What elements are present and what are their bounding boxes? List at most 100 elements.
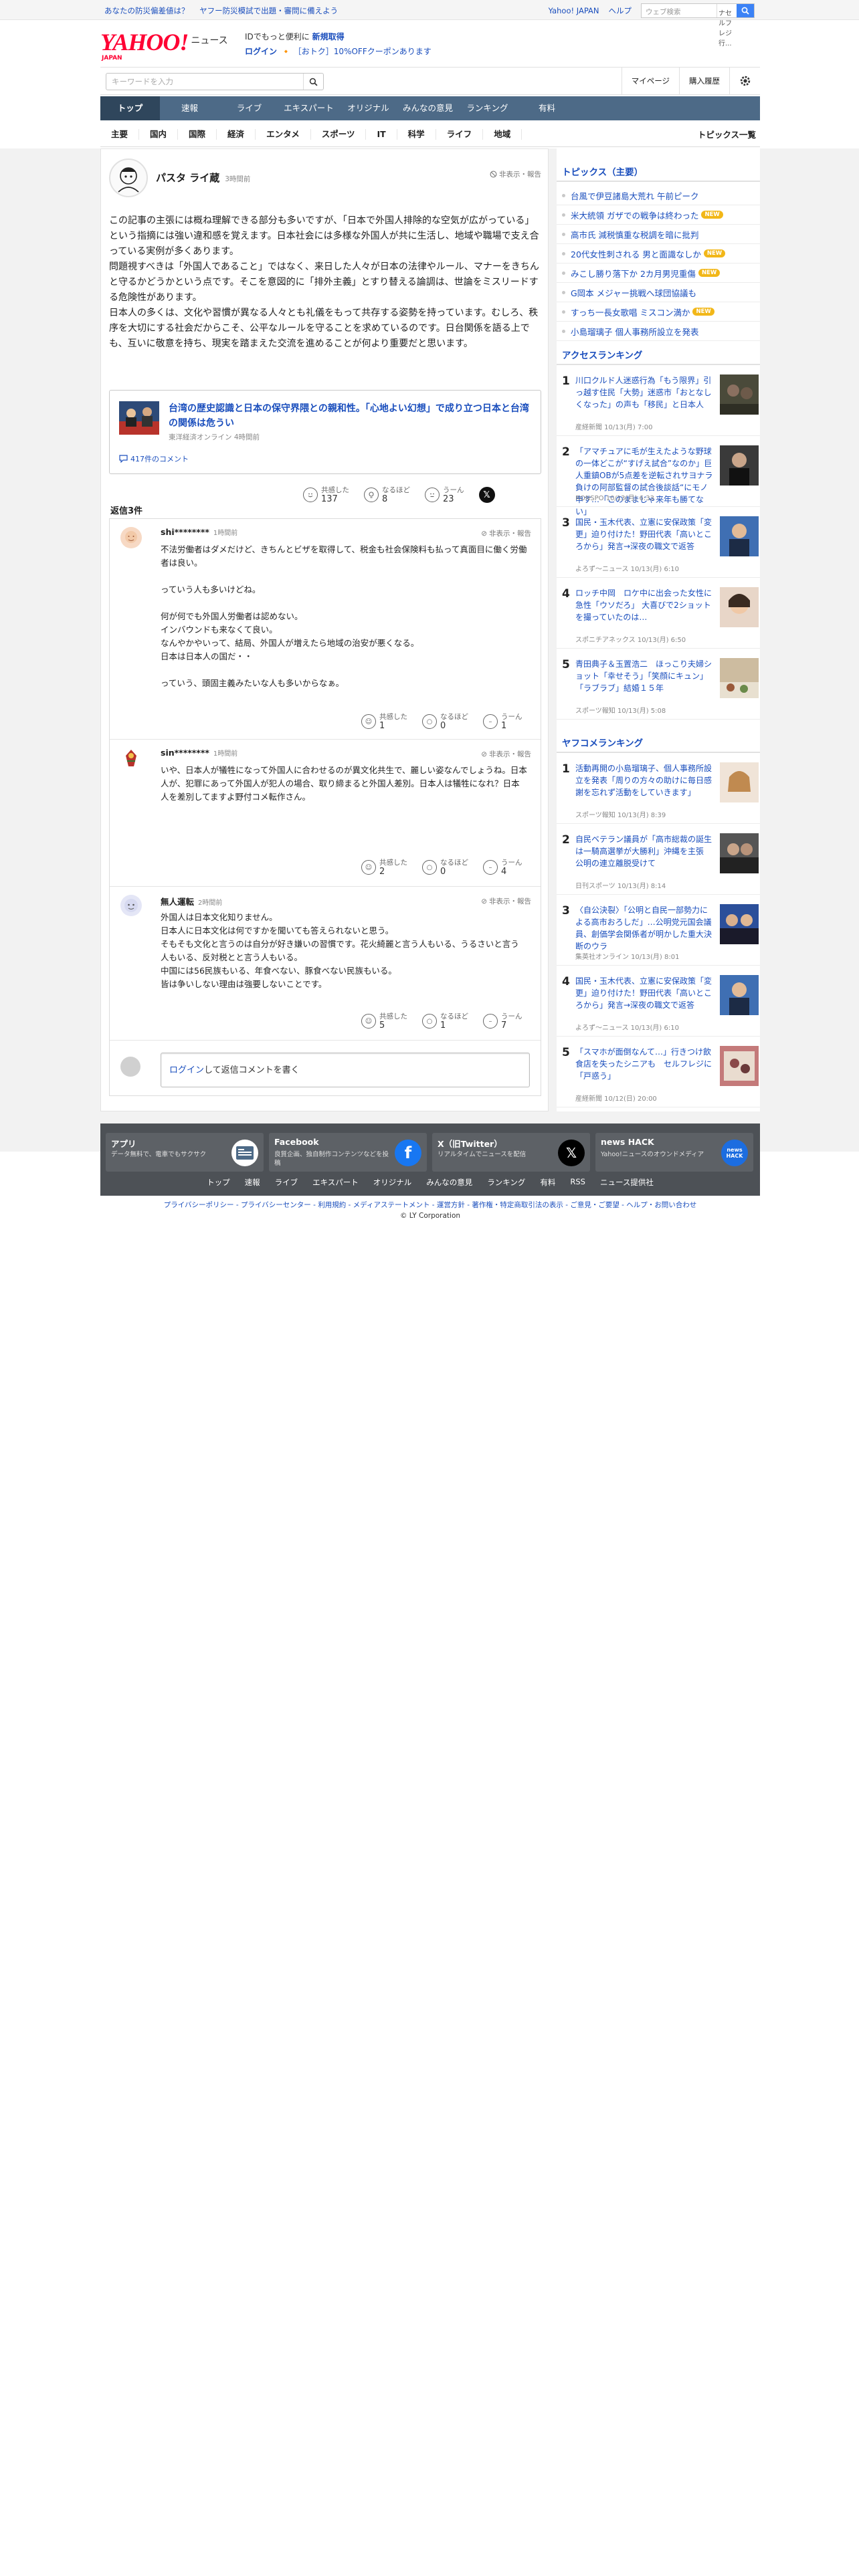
- web-search-button[interactable]: [737, 4, 754, 17]
- coupon-link[interactable]: ［おトク］10%OFFクーポンあります: [294, 47, 432, 56]
- disaster-exam-link[interactable]: ヤフー防災模試で出題・審問に備えよう: [199, 6, 338, 15]
- footer-link[interactable]: 有料: [540, 1177, 555, 1188]
- topic-item[interactable]: 台風で伊豆諸島大荒れ 午前ピーク: [557, 186, 760, 205]
- nav-ranking[interactable]: ランキング: [458, 96, 517, 120]
- ranking-item[interactable]: 2 自民ベテラン議員が「高市総裁の誕生は一騎高選挙が大勝利」沖縄を主張 公明の連…: [557, 824, 760, 895]
- nav-paid[interactable]: 有料: [517, 96, 577, 120]
- web-search-box[interactable]: ウェブ検索 ナセルフレジ 行...: [641, 3, 755, 47]
- yahoo-japan-link[interactable]: Yahoo! JAPAN: [549, 6, 599, 15]
- purchase-history-link[interactable]: 購入履歴: [679, 68, 729, 94]
- topic-item[interactable]: 20代女性刺される 男と面識なしか NEW: [557, 244, 760, 263]
- footer-link[interactable]: 速報: [245, 1177, 260, 1188]
- react-hmm[interactable]: – うーん 7: [483, 1012, 522, 1030]
- keyword-search-button[interactable]: [303, 74, 323, 90]
- settings-button[interactable]: [729, 68, 760, 94]
- footer-link[interactable]: オリジナル: [373, 1177, 412, 1188]
- cat-it[interactable]: IT: [366, 128, 397, 140]
- footer-link[interactable]: みんなの意見: [426, 1177, 472, 1188]
- nav-original[interactable]: オリジナル: [339, 96, 398, 120]
- login-link[interactable]: ログイン: [245, 47, 277, 56]
- keyword-input[interactable]: キーワードを入力: [106, 76, 303, 87]
- topic-item[interactable]: みこし勝り落下か 2カ月男児重傷 NEW: [557, 263, 760, 283]
- react-agree[interactable]: ☺ 共感した 2: [361, 859, 407, 876]
- topic-item[interactable]: 米大統領 ガザでの戦争は終わった NEW: [557, 205, 760, 225]
- react-agree[interactable]: ☺ 共感した 5: [361, 1012, 407, 1030]
- cat-main[interactable]: 主要: [100, 128, 140, 140]
- access-ranking-title[interactable]: アクセスランキング: [562, 348, 642, 361]
- x-share-button[interactable]: 𝕏: [478, 487, 495, 503]
- footer-link[interactable]: エキスパート: [312, 1177, 359, 1188]
- avatar[interactable]: [109, 158, 148, 197]
- related-article-card[interactable]: 台湾の歴史認識と日本の保守界隈との親和性。「心地よい幻想」で成り立つ日本と台湾の…: [109, 390, 541, 474]
- mypage-link[interactable]: マイページ: [621, 68, 679, 94]
- cat-entertainment[interactable]: エンタメ: [256, 128, 311, 140]
- footer-facebook-card[interactable]: Facebook 良質企画、独自制作コンテンツなどを投稿 f: [269, 1133, 427, 1172]
- disaster-link[interactable]: あなたの防災偏差値は？: [104, 6, 189, 15]
- topic-item[interactable]: G岡本 メジャー挑戦へ球団協議も: [557, 283, 760, 302]
- search-scope[interactable]: ナセルフレジ 行...: [717, 4, 737, 47]
- cat-international[interactable]: 国際: [178, 128, 217, 140]
- react-hmm[interactable]: – うーん 1: [483, 713, 522, 730]
- ranking-item[interactable]: 4 国民・玉木代表、立憲に安保政策「変更」迫り付けた！野田代表「高いところから」…: [557, 966, 760, 1037]
- avatar[interactable]: [120, 895, 142, 916]
- article-title[interactable]: 台湾の歴史認識と日本の保守界隈との親和性。「心地よい幻想」で成り立つ日本と台湾の…: [169, 401, 530, 431]
- report-link[interactable]: 非表示・報告: [490, 169, 541, 179]
- ranking-item[interactable]: 5 青田典子＆玉置浩二 ほっこり夫婦ショット「幸せそう」「笑顔にキュン」「ラブラ…: [557, 649, 760, 720]
- cat-life[interactable]: ライフ: [436, 128, 484, 140]
- yahoo-news-logo[interactable]: YAHOO! ニュース: [100, 28, 228, 56]
- topics-title[interactable]: トピックス（主要）: [562, 165, 643, 178]
- nav-top[interactable]: トップ: [100, 96, 160, 120]
- footer-link[interactable]: ライブ: [275, 1177, 298, 1188]
- nav-breaking[interactable]: 速報: [160, 96, 219, 120]
- web-search-input[interactable]: ウェブ検索: [642, 4, 717, 17]
- topic-item[interactable]: 高市氏 減税慎重な税調を暗に批判: [557, 225, 760, 244]
- cat-domestic[interactable]: 国内: [139, 128, 179, 140]
- nav-live[interactable]: ライブ: [219, 96, 279, 120]
- reply-report-link[interactable]: ⊘ 非表示・報告: [481, 528, 531, 538]
- ranking-item[interactable]: 5 「スマホが面倒なんて…」行きつけ飲食店を失ったシニアも セルフレジに「戸惑う…: [557, 1037, 760, 1107]
- cat-science[interactable]: 科学: [397, 128, 436, 140]
- footer-app-card[interactable]: アプリ データ無料で、電車でもサクサク: [106, 1133, 264, 1172]
- react-hmm[interactable]: – うーん 4: [483, 859, 522, 876]
- ranking-item[interactable]: 4 ロッチ中岡 ロケ中に出会った女性に急性「ウソだろ」 大喜びで2ショットを撮っ…: [557, 578, 760, 649]
- react-insightful[interactable]: ○ なるほど 0: [422, 859, 468, 876]
- policy-links[interactable]: プライバシーポリシー - プライバシーセンター - 利用規約 - メディアステー…: [100, 1200, 760, 1210]
- react-agree[interactable]: 共感した 137: [303, 486, 349, 504]
- cat-economy[interactable]: 経済: [217, 128, 256, 140]
- footer-link[interactable]: トップ: [207, 1177, 230, 1188]
- nav-expert[interactable]: エキスパート: [279, 96, 339, 120]
- ranking-item[interactable]: 2 「アマチュアに毛が生えたような野球の一体どこが“すげえ試合”なのか」巨人重鎮…: [557, 436, 760, 516]
- avatar[interactable]: [120, 748, 142, 769]
- footer-x-card[interactable]: X（旧Twitter） リアルタイムでニュースを配信 𝕏: [432, 1133, 590, 1172]
- topic-item[interactable]: 小島瑠璃子 個人事務所設立を発表: [557, 322, 760, 341]
- signup-link[interactable]: 新規取得: [312, 32, 345, 41]
- react-hmm[interactable]: うーん 23: [425, 486, 464, 504]
- comment-ranking-title[interactable]: ヤフコメランキング: [562, 736, 643, 749]
- reply-author[interactable]: shi******** 1時間前: [161, 527, 237, 537]
- nav-opinions[interactable]: みんなの意見: [398, 96, 458, 120]
- cat-local[interactable]: 地域: [483, 128, 522, 140]
- topic-item[interactable]: すっち一長女歌唱 ミスコン満か NEW: [557, 302, 760, 322]
- reply-compose-box[interactable]: ログインして返信コメントを書く: [161, 1053, 530, 1087]
- reply-author[interactable]: sin******** 1時間前: [161, 748, 237, 758]
- keyword-search[interactable]: キーワードを入力: [106, 73, 324, 90]
- react-agree[interactable]: ☺ 共感した 1: [361, 713, 407, 730]
- ranking-item[interactable]: 3 〈自公決裂〉「公明と自民一部勢力による高市おろしだ」…公明党元国会議員、創価…: [557, 895, 760, 966]
- comment-author[interactable]: パスタ ライ蔵 3時間前: [156, 171, 250, 185]
- reply-report-link[interactable]: ⊘ 非表示・報告: [481, 896, 531, 906]
- react-insightful[interactable]: ○ なるほど 1: [422, 1012, 468, 1030]
- topics-list-link[interactable]: トピックス一覧: [698, 128, 760, 140]
- avatar[interactable]: [120, 527, 142, 548]
- ranking-item[interactable]: 1 川口クルド人迷惑行為「もう限界」引っ越す住民「大勢」迷惑市「おとなしくなった…: [557, 365, 760, 436]
- reply-report-link[interactable]: ⊘ 非表示・報告: [481, 749, 531, 759]
- cat-sports[interactable]: スポーツ: [311, 128, 367, 140]
- footer-newshack-card[interactable]: news HACK Yahoo!ニュースのオウンドメディア news HACK: [595, 1133, 753, 1172]
- react-insightful[interactable]: なるほど 8: [364, 486, 410, 504]
- react-insightful[interactable]: ○ なるほど 0: [422, 713, 468, 730]
- reply-author[interactable]: 無人運転 2時間前: [161, 895, 222, 907]
- article-comments-link[interactable]: 417件のコメント: [119, 453, 189, 464]
- footer-link[interactable]: ランキング: [487, 1177, 525, 1188]
- help-link[interactable]: ヘルプ: [609, 5, 632, 16]
- reply-login-link[interactable]: ログイン: [169, 1065, 204, 1075]
- ranking-item[interactable]: 1 活動再開の小島瑠璃子、個人事務所設立を発表「周りの方々の助けに毎日感謝を忘れ…: [557, 753, 760, 824]
